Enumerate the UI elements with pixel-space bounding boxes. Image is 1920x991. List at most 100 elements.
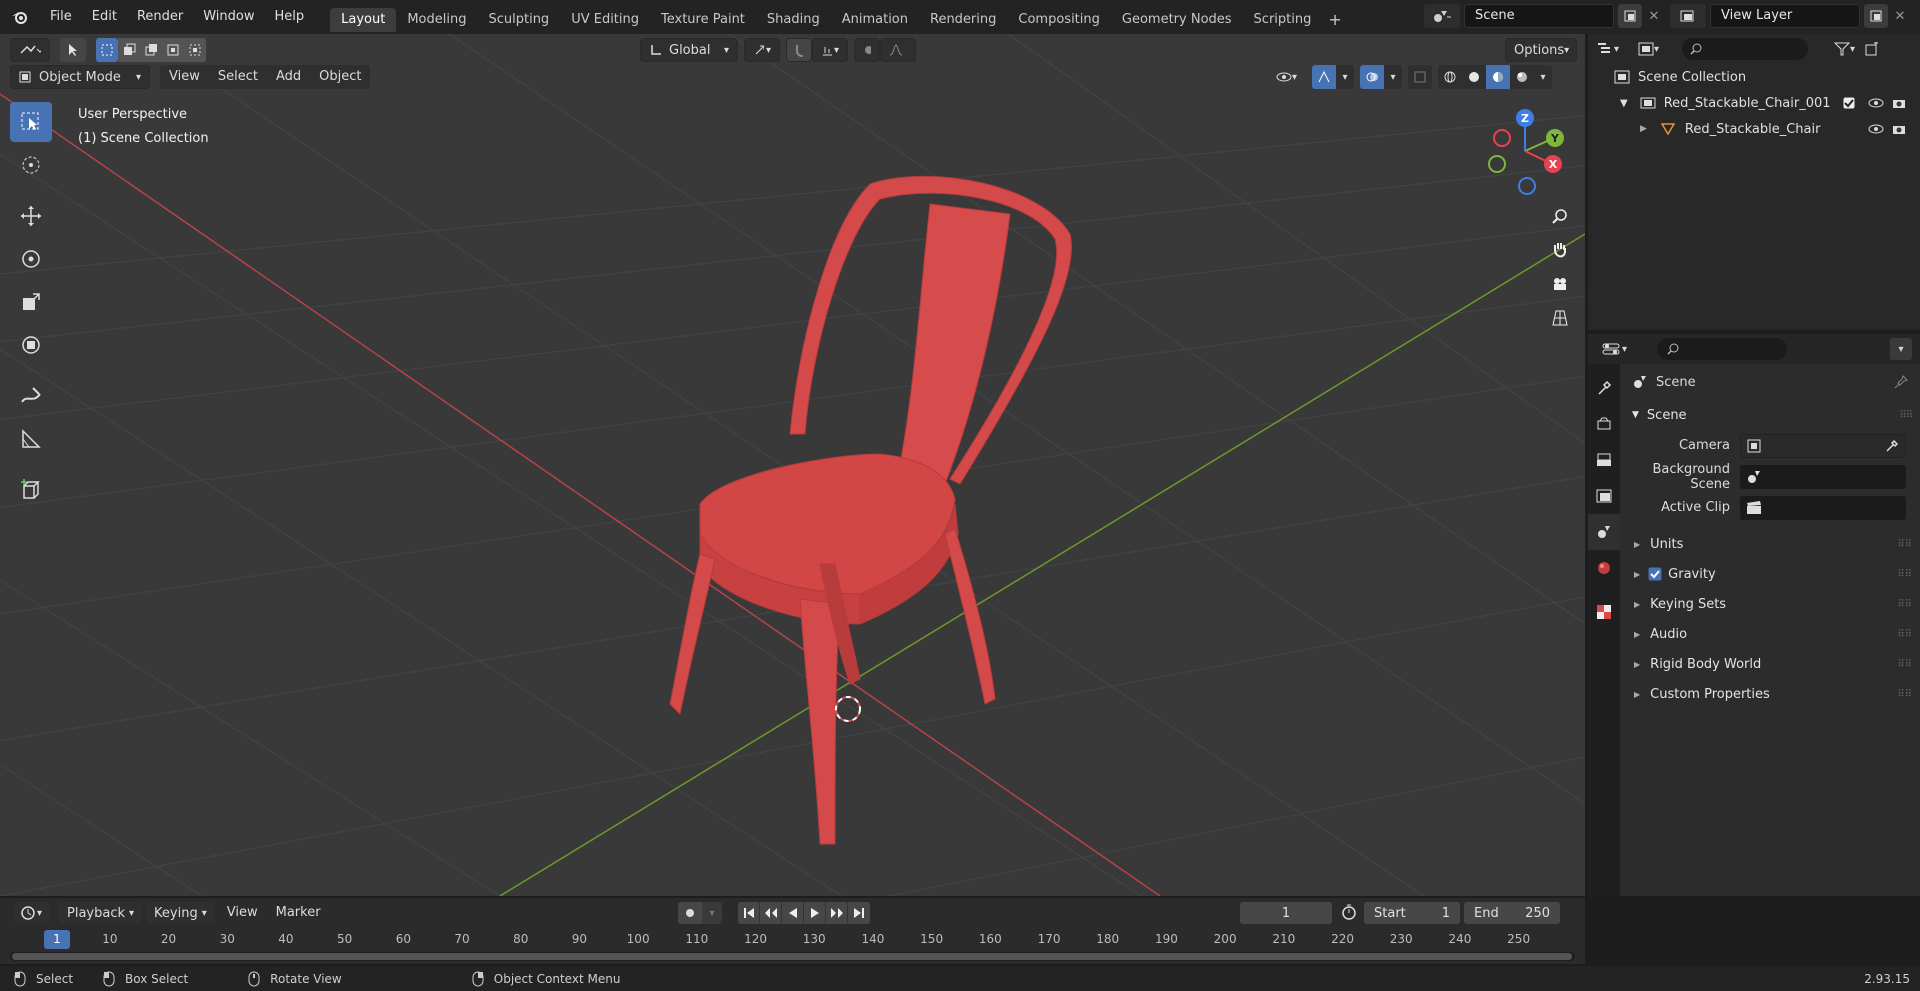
new-collection-icon[interactable]: [1865, 42, 1879, 56]
active-clip-field[interactable]: [1740, 495, 1906, 520]
outliner-row-object[interactable]: ▶ Red_Stackable_Chair: [1588, 116, 1920, 142]
drag-handle-icon[interactable]: ⠿⠿: [1897, 569, 1912, 580]
mode-dropdown[interactable]: Object Mode ▾: [10, 65, 150, 89]
texture-tab-icon[interactable]: [1588, 594, 1620, 630]
scene-name-field[interactable]: Scene: [1464, 4, 1614, 28]
select-mode-subtract-icon[interactable]: [140, 38, 162, 62]
timeline-scrollbar[interactable]: [10, 952, 1575, 961]
new-scene-icon[interactable]: [1618, 4, 1642, 28]
start-frame-field[interactable]: Start 1: [1364, 902, 1460, 924]
gizmo-dropdown[interactable]: ▾: [1336, 65, 1354, 89]
jump-start-icon[interactable]: [738, 902, 760, 924]
transform-orientation-dropdown[interactable]: Global ▾: [640, 38, 738, 62]
auto-keying-dropdown[interactable]: ▾: [702, 902, 722, 924]
select-tool-icon[interactable]: [60, 38, 86, 62]
next-keyframe-icon[interactable]: [826, 902, 848, 924]
editor-type-button[interactable]: [10, 38, 50, 62]
camera-field[interactable]: [1740, 433, 1906, 458]
menu-edit[interactable]: Edit: [82, 0, 127, 34]
viewport-menu-select[interactable]: Select: [208, 65, 267, 89]
exclude-checkbox-icon[interactable]: [1843, 97, 1855, 109]
drag-handle-icon[interactable]: ⠿⠿: [1897, 659, 1912, 670]
viewport-menu-object[interactable]: Object: [310, 65, 371, 89]
snap-target-dropdown[interactable]: ▾: [812, 38, 848, 62]
shading-rendered-icon[interactable]: [1510, 65, 1534, 89]
navigation-gizmo[interactable]: Z Y X: [1480, 106, 1570, 206]
outliner-row-collection[interactable]: ▼ Red_Stackable_Chair_001: [1588, 90, 1920, 116]
gravity-section[interactable]: ▶ Gravity ⠿⠿: [1622, 559, 1920, 589]
shading-solid-icon[interactable]: [1462, 65, 1486, 89]
play-icon[interactable]: [804, 902, 826, 924]
outliner-row-scene-collection[interactable]: Scene Collection: [1588, 64, 1920, 90]
viewport-menu-add[interactable]: Add: [266, 65, 311, 89]
outliner-editor-type-icon[interactable]: ▾: [1596, 38, 1632, 60]
drag-handle-icon[interactable]: ⠿⠿: [1897, 599, 1912, 610]
shading-material-icon[interactable]: [1486, 65, 1510, 89]
pan-hand-icon[interactable]: [1546, 236, 1574, 264]
jump-end-icon[interactable]: [848, 902, 870, 924]
end-frame-field[interactable]: End 250: [1464, 902, 1560, 924]
overlays-dropdown[interactable]: ▾: [1384, 65, 1402, 89]
display-mode-icon[interactable]: ▾: [1638, 38, 1674, 60]
menu-render[interactable]: Render: [127, 0, 193, 34]
drag-handle-icon[interactable]: ⠿⠿: [1897, 689, 1912, 700]
select-mode-new-icon[interactable]: [96, 38, 118, 62]
select-mode-intersect-icon[interactable]: [184, 38, 206, 62]
shading-wireframe-icon[interactable]: [1438, 65, 1462, 89]
tab-uv-editing[interactable]: UV Editing: [560, 8, 650, 32]
snap-toggle-icon[interactable]: [786, 38, 812, 62]
proportional-editing-icon[interactable]: [854, 38, 880, 62]
timeline-editor-type-icon[interactable]: ▾: [12, 901, 52, 925]
drag-handle-icon[interactable]: ⠿⠿: [1899, 410, 1913, 421]
tab-modeling[interactable]: Modeling: [396, 8, 477, 32]
tab-shading[interactable]: Shading: [756, 8, 831, 32]
tab-animation[interactable]: Animation: [831, 8, 919, 32]
properties-search-input[interactable]: [1657, 338, 1788, 360]
viewport-scene[interactable]: [0, 34, 1585, 896]
tab-scripting[interactable]: Scripting: [1243, 8, 1323, 32]
xray-toggle-icon[interactable]: [1408, 65, 1432, 89]
chair-model[interactable]: [669, 175, 1072, 845]
eye-icon[interactable]: [1868, 97, 1884, 109]
shading-dropdown[interactable]: ▾: [1534, 65, 1552, 89]
timeline-menu-view[interactable]: View: [218, 901, 267, 925]
custom-properties-section[interactable]: ▶ Custom Properties ⠿⠿: [1622, 679, 1920, 709]
gizmo-toggle-icon[interactable]: [1312, 65, 1336, 89]
scrollbar-thumb[interactable]: [12, 953, 1572, 960]
keying-menu[interactable]: Keying ▾: [145, 901, 216, 925]
expand-arrow-icon[interactable]: ▼: [1620, 98, 1628, 109]
properties-editor-type-icon[interactable]: ▾: [1602, 342, 1627, 356]
view-layer-tab-icon[interactable]: [1588, 478, 1620, 514]
add-cube-tool-icon[interactable]: [10, 470, 52, 510]
outliner-search-input[interactable]: [1682, 38, 1808, 60]
select-mode-extend-icon[interactable]: [118, 38, 140, 62]
filter-icon[interactable]: ▾: [1834, 42, 1855, 56]
playback-menu[interactable]: Playback ▾: [58, 901, 144, 925]
select-mode-invert-icon[interactable]: [162, 38, 184, 62]
rotate-tool-icon[interactable]: [10, 239, 52, 279]
tab-compositing[interactable]: Compositing: [1007, 8, 1111, 32]
3d-viewport[interactable]: Global ▾ ▾ ▾ Options ▾ Object Mode ▾ Vie…: [0, 34, 1585, 896]
tab-rendering[interactable]: Rendering: [919, 8, 1007, 32]
rigid-body-world-section[interactable]: ▶ Rigid Body World ⠿⠿: [1622, 649, 1920, 679]
output-tab-icon[interactable]: [1588, 442, 1620, 478]
delete-scene-icon[interactable]: ✕: [1642, 4, 1666, 28]
units-section[interactable]: ▶ Units ⠿⠿: [1622, 529, 1920, 559]
perspective-toggle-icon[interactable]: [1546, 304, 1574, 332]
move-tool-icon[interactable]: [10, 196, 52, 236]
transform-tool-icon[interactable]: [10, 325, 52, 365]
background-scene-field[interactable]: [1740, 464, 1906, 489]
render-tab-icon[interactable]: [1588, 406, 1620, 442]
menu-help[interactable]: Help: [265, 0, 315, 34]
keying-sets-section[interactable]: ▶ Keying Sets ⠿⠿: [1622, 589, 1920, 619]
camera-view-icon[interactable]: [1546, 270, 1574, 298]
audio-section[interactable]: ▶ Audio ⠿⠿: [1622, 619, 1920, 649]
measure-tool-icon[interactable]: [10, 419, 52, 459]
viewport-menu-view[interactable]: View: [160, 65, 209, 89]
delete-view-layer-icon[interactable]: ✕: [1888, 4, 1912, 28]
pivot-point-dropdown[interactable]: ▾: [744, 38, 780, 62]
scene-selector-icon[interactable]: [1424, 4, 1460, 28]
visibility-dropdown[interactable]: ▾: [1268, 65, 1308, 89]
proportional-falloff-dropdown[interactable]: [880, 38, 916, 62]
menu-window[interactable]: Window: [193, 0, 264, 34]
